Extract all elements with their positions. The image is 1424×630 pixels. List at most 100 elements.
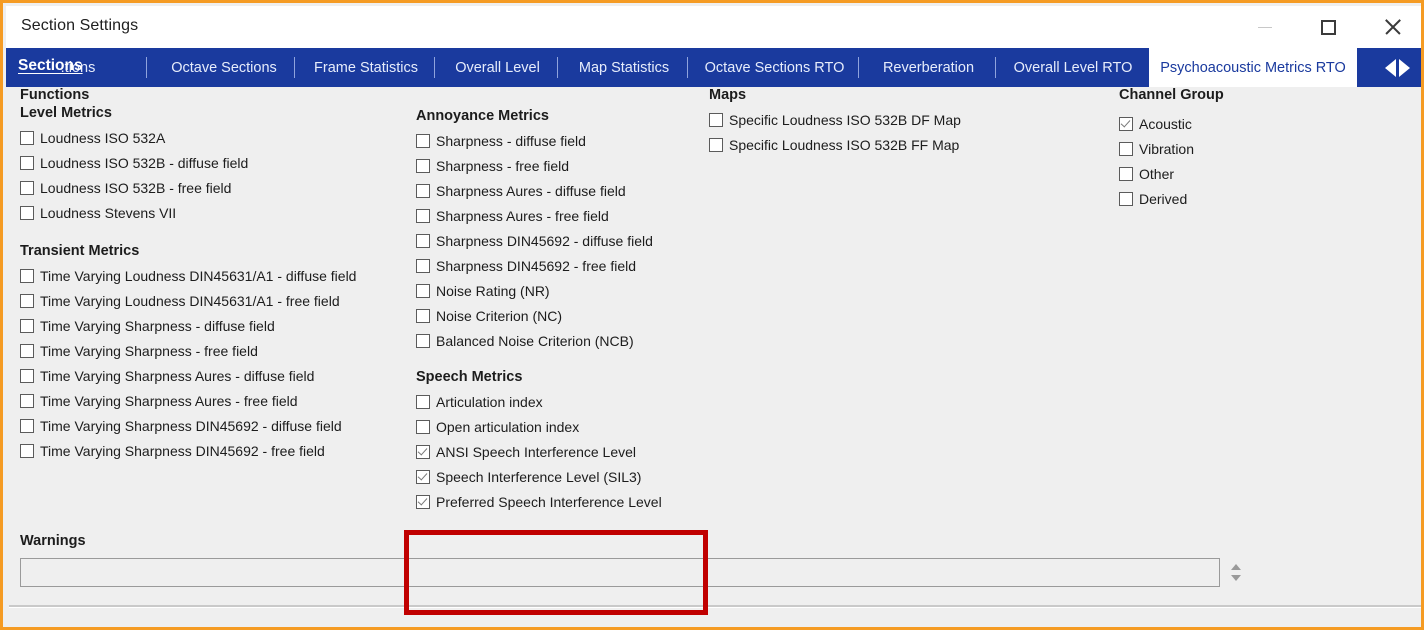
checkbox-noise-criterion[interactable] [416,308,430,323]
tab-overall-level[interactable]: Overall Level [439,48,556,87]
checkbox-row-specific-loudness-df-map[interactable]: Specific Loudness ISO 532B DF Map [709,107,961,132]
checkbox-row-preferred-speech-interference-level[interactable]: Preferred Speech Interference Level [416,489,662,514]
window-title: Section Settings [21,17,139,34]
checkbox-row-tv-sharpness-free[interactable]: Time Varying Sharpness - free field [20,338,356,363]
checkbox-preferred-speech-interference-level[interactable] [416,494,430,509]
close-button[interactable] [1362,6,1421,48]
checkbox-tv-loudness-din45631-free[interactable] [20,293,34,308]
checkbox-row-sharpness-free[interactable]: Sharpness - free field [416,153,662,178]
checkbox-speech-interference-level-sil3[interactable] [416,469,430,484]
checkbox-row-ansi-speech-interference-level[interactable]: ANSI Speech Interference Level [416,439,662,464]
checkbox-label: Sharpness - free field [436,157,570,174]
checkbox-tv-sharpness-free[interactable] [20,343,34,358]
checkbox-tv-sharpness-aures-diffuse[interactable] [20,368,34,383]
checkbox-loudness-stevens-vii[interactable] [20,205,34,220]
checkbox-label: Loudness ISO 532B - free field [40,179,232,196]
checkbox-row-vibration[interactable]: Vibration [1119,136,1224,161]
checkbox-row-sharpness-diffuse[interactable]: Sharpness - diffuse field [416,128,662,153]
checkbox-row-specific-loudness-ff-map[interactable]: Specific Loudness ISO 532B FF Map [709,132,961,157]
checkbox-row-loudness-iso-532b-free[interactable]: Loudness ISO 532B - free field [20,175,356,200]
section-divider [9,605,1421,608]
checkbox-row-tv-sharpness-aures-free[interactable]: Time Varying Sharpness Aures - free fiel… [20,388,356,413]
checkbox-ansi-speech-interference-level[interactable] [416,444,430,459]
checkbox-sharpness-din45692-free[interactable] [416,258,430,273]
checkbox-noise-rating[interactable] [416,283,430,298]
checkbox-label: Sharpness Aures - free field [436,207,609,224]
minimize-button[interactable] [1234,6,1296,48]
tab-octave-sections[interactable]: Octave Sections [156,48,292,87]
checkbox-row-other[interactable]: Other [1119,161,1224,186]
tab-separator [687,57,688,78]
chevron-down-icon[interactable] [1231,574,1241,581]
checkbox-row-tv-sharpness-din45692-free[interactable]: Time Varying Sharpness DIN45692 - free f… [20,438,356,463]
checkbox-articulation-index[interactable] [416,394,430,409]
checkbox-loudness-iso-532b-free[interactable] [20,180,34,195]
checkbox-label: Time Varying Loudness DIN45631/A1 - diff… [40,267,357,284]
checkbox-sharpness-diffuse[interactable] [416,133,430,148]
checkbox-row-speech-interference-level-sil3[interactable]: Speech Interference Level (SIL3) [416,464,662,489]
functions-heading: Functions [20,87,90,103]
checkbox-specific-loudness-iso-532b-df-map[interactable] [709,112,723,127]
checkbox-loudness-iso-532a[interactable] [20,130,34,145]
tab-separator [146,57,147,78]
arrow-right-icon[interactable] [1398,58,1410,77]
warnings-heading: Warnings [20,533,86,549]
checkbox-acoustic[interactable] [1119,116,1133,131]
checkbox-row-tv-sharpness-aures-diffuse[interactable]: Time Varying Sharpness Aures - diffuse f… [20,363,356,388]
checkbox-row-tv-sharpness-din45692-diffuse[interactable]: Time Varying Sharpness DIN45692 - diffus… [20,413,356,438]
tab-hover-tooltip: Sections [18,57,83,74]
checkbox-label: Time Varying Sharpness - diffuse field [40,317,275,334]
transient-metrics-heading: Transient Metrics [20,243,140,259]
section-settings-window: Section Settings :tions Octave Sections … [0,0,1424,630]
checkbox-row-noise-criterion[interactable]: Noise Criterion (NC) [416,303,662,328]
checkbox-row-sharpness-din45692-diffuse[interactable]: Sharpness DIN45692 - diffuse field [416,228,662,253]
tab-octave-sections-rto[interactable]: Octave Sections RTO [692,48,857,87]
checkbox-row-sharpness-aures-diffuse[interactable]: Sharpness Aures - diffuse field [416,178,662,203]
checkbox-row-derived[interactable]: Derived [1119,186,1224,211]
tab-psychoacoustic-metrics-rto[interactable]: Psychoacoustic Metrics RTO [1149,48,1357,87]
tab-reverberation[interactable]: Reverberation [863,48,994,87]
checkbox-tv-sharpness-din45692-free[interactable] [20,443,34,458]
checkbox-tv-loudness-din45631-diffuse[interactable] [20,268,34,283]
tab-overall-level-rto[interactable]: Overall Level RTO [1000,48,1146,87]
checkbox-sharpness-aures-free[interactable] [416,208,430,223]
tab-frame-statistics[interactable]: Frame Statistics [299,48,433,87]
checkbox-tv-sharpness-aures-free[interactable] [20,393,34,408]
checkbox-row-noise-rating[interactable]: Noise Rating (NR) [416,278,662,303]
arrow-left-icon[interactable] [1384,58,1396,77]
tab-map-statistics[interactable]: Map Statistics [562,48,686,87]
checkbox-sharpness-aures-diffuse[interactable] [416,183,430,198]
checkbox-label: Loudness ISO 532B - diffuse field [40,154,249,171]
checkbox-row-tv-loudness-din45631-diffuse[interactable]: Time Varying Loudness DIN45631/A1 - diff… [20,263,356,288]
checkbox-sharpness-din45692-diffuse[interactable] [416,233,430,248]
checkbox-open-articulation-index[interactable] [416,419,430,434]
checkbox-row-loudness-iso-532b-diffuse[interactable]: Loudness ISO 532B - diffuse field [20,150,356,175]
checkbox-row-tv-sharpness-diffuse[interactable]: Time Varying Sharpness - diffuse field [20,313,356,338]
checkbox-row-sharpness-aures-free[interactable]: Sharpness Aures - free field [416,203,662,228]
checkbox-tv-sharpness-din45692-diffuse[interactable] [20,418,34,433]
checkbox-sharpness-free[interactable] [416,158,430,173]
chevron-up-icon[interactable] [1231,563,1241,570]
warnings-spinner[interactable] [1228,557,1244,587]
checkbox-row-sharpness-din45692-free[interactable]: Sharpness DIN45692 - free field [416,253,662,278]
checkbox-derived[interactable] [1119,191,1133,206]
checkbox-row-articulation-index[interactable]: Articulation index [416,389,662,414]
checkbox-row-loudness-iso-532a[interactable]: Loudness ISO 532A [20,125,356,150]
checkbox-loudness-iso-532b-diffuse[interactable] [20,155,34,170]
annoyance-metrics-column: Annoyance Metrics Sharpness - diffuse fi… [416,108,662,514]
maximize-button[interactable] [1297,6,1359,48]
checkbox-row-open-articulation-index[interactable]: Open articulation index [416,414,662,439]
checkbox-row-acoustic[interactable]: Acoustic [1119,111,1224,136]
checkbox-row-balanced-noise-criterion[interactable]: Balanced Noise Criterion (NCB) [416,328,662,353]
checkbox-label: Derived [1139,190,1188,207]
checkbox-vibration[interactable] [1119,141,1133,156]
checkbox-label: Sharpness DIN45692 - diffuse field [436,232,653,249]
checkbox-row-loudness-stevens-vii[interactable]: Loudness Stevens VII [20,200,356,225]
warnings-input[interactable] [20,558,1220,587]
checkbox-row-tv-loudness-din45631-free[interactable]: Time Varying Loudness DIN45631/A1 - free… [20,288,356,313]
checkbox-label: Preferred Speech Interference Level [436,493,662,510]
checkbox-balanced-noise-criterion[interactable] [416,333,430,348]
checkbox-specific-loudness-iso-532b-ff-map[interactable] [709,137,723,152]
checkbox-other[interactable] [1119,166,1133,181]
checkbox-tv-sharpness-diffuse[interactable] [20,318,34,333]
